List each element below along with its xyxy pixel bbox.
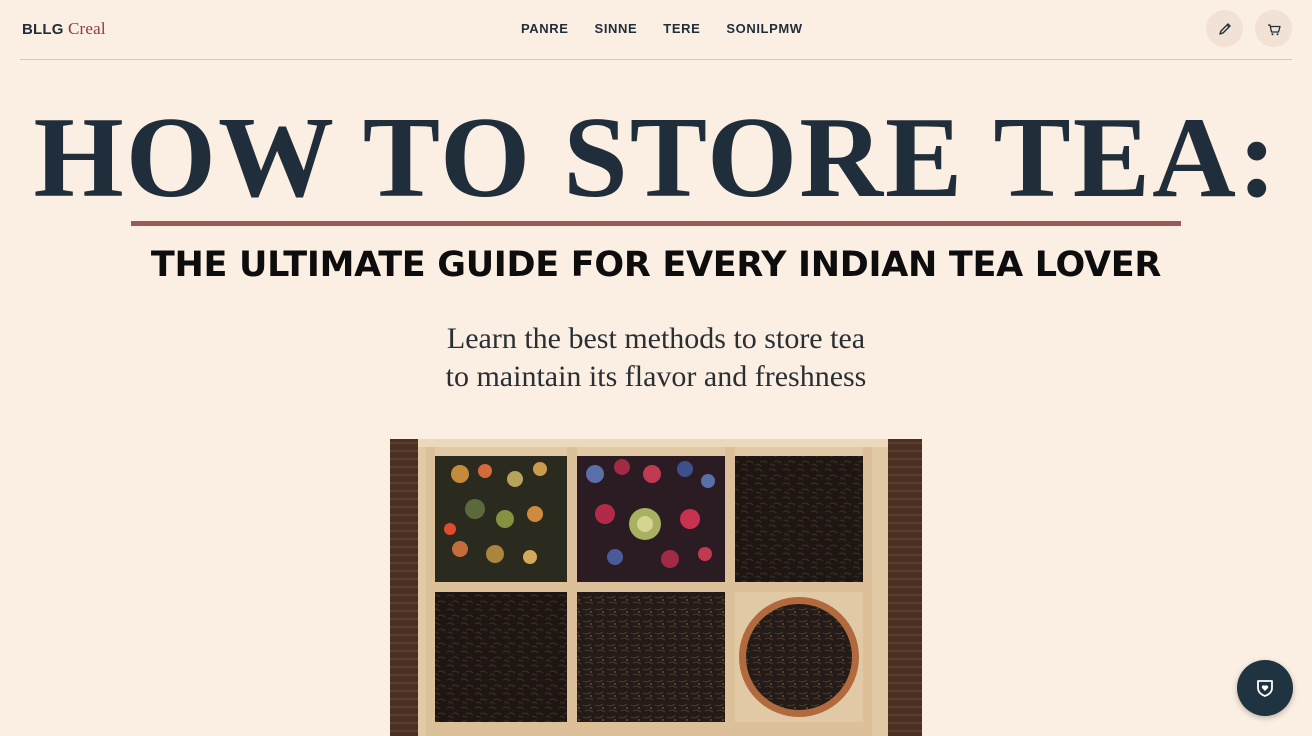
nav-link-4[interactable]: SONILPMW xyxy=(726,21,802,36)
title-underline xyxy=(131,221,1181,226)
cart-icon xyxy=(1267,23,1281,35)
nav-link-2[interactable]: SINNE xyxy=(595,21,638,36)
logo-text-secondary: Creal xyxy=(68,19,106,38)
page-description: Learn the best methods to store tea to m… xyxy=(0,320,1312,396)
top-bar: BLLG Creal PANRE SINNE TERE SONILPMW xyxy=(0,0,1312,60)
description-line-2: to maintain its flavor and freshness xyxy=(445,360,867,393)
header-divider xyxy=(20,59,1292,60)
nav-link-3[interactable]: TERE xyxy=(663,21,700,36)
chat-button[interactable] xyxy=(1237,660,1293,716)
shield-heart-icon xyxy=(1257,680,1273,697)
logo-text-primary: BLLG xyxy=(22,21,64,38)
page-subtitle: THE ULTIMATE GUIDE FOR EVERY INDIAN TEA … xyxy=(150,245,1162,285)
page-title: HOW TO STORE TEA: xyxy=(33,94,1279,222)
site-logo[interactable]: BLLG Creal xyxy=(22,19,106,39)
nav-link-1[interactable]: PANRE xyxy=(521,21,569,36)
description-line-1: Learn the best methods to store tea xyxy=(446,322,866,355)
cart-button[interactable] xyxy=(1255,10,1292,47)
main-nav: PANRE SINNE TERE SONILPMW xyxy=(521,21,803,36)
tea-box-image xyxy=(390,439,922,736)
edit-button[interactable] xyxy=(1206,10,1243,47)
pen-icon xyxy=(1218,22,1231,35)
